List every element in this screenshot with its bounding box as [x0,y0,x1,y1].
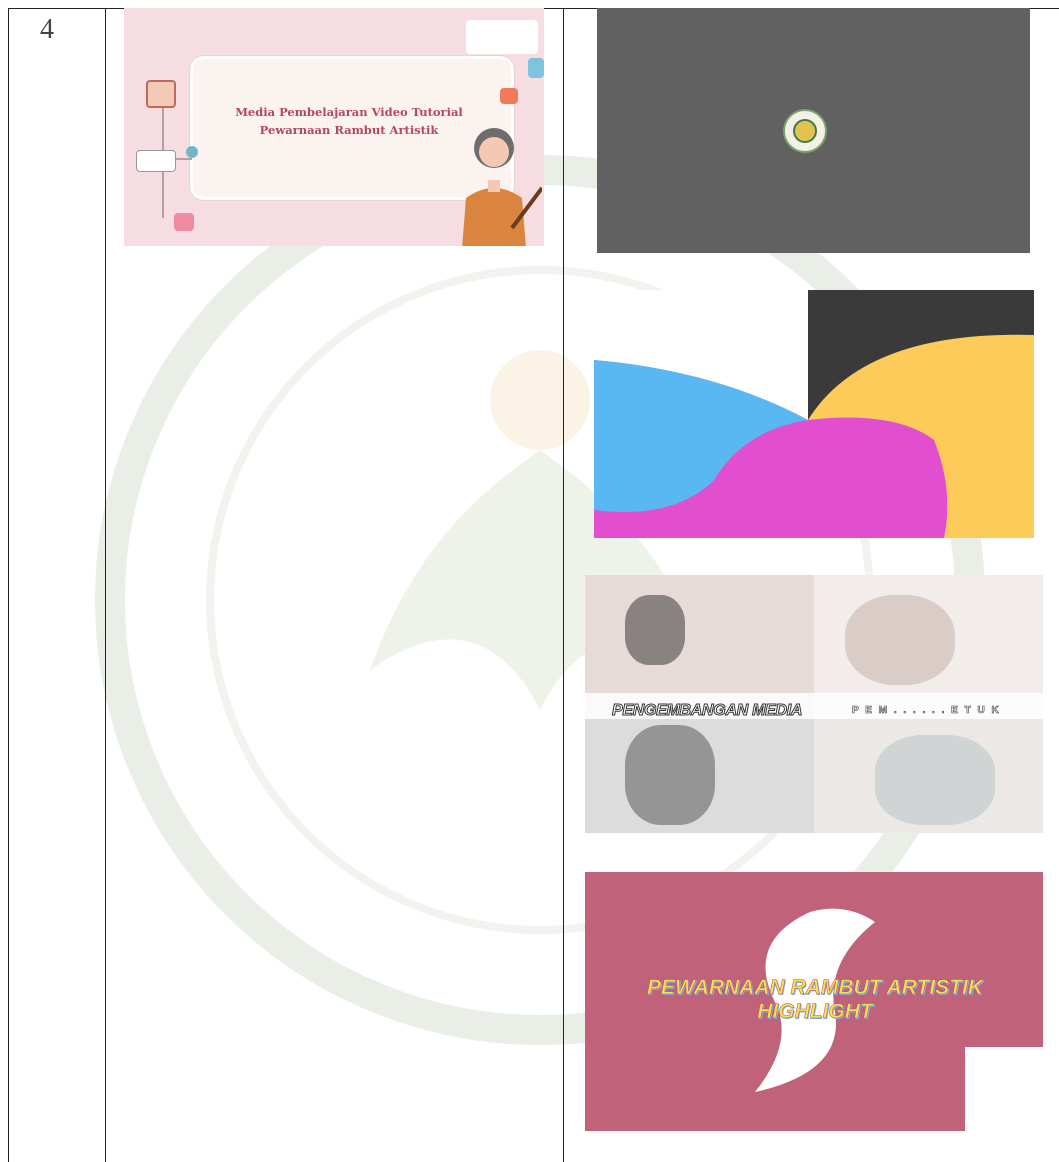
university-logo-emblem [793,119,817,143]
row-number: 4 [40,14,54,45]
table-column-divider-2 [563,8,564,1162]
collage-banner-title: PENGEMBANGAN MEDIA [611,702,803,720]
highlight-title-line1: PEWARNAAN RAMBUT ARTISTIK [647,976,984,1000]
highlight-title: PEWARNAAN RAMBUT ARTISTIK HIGHLIGHT [600,976,1030,1024]
photo-icon [174,213,194,231]
screen-icon [528,58,544,78]
image-icon [146,80,176,108]
chart-icon [136,150,176,172]
slide-title-line1: Media Pembelajaran Video Tutorial [235,105,463,119]
table-column-divider-1 [105,8,106,1162]
image-icon-small [500,88,518,104]
slide-thumbnail-title: Media Pembelajaran Video Tutorial Pewarn… [124,8,544,246]
color-wave-transition-frame [594,290,1034,538]
table-left-border [8,8,9,1162]
slide-title-line2: Pewarnaan Rambut Artistik [259,123,439,137]
gear-icon [186,146,198,158]
collage-banner-subtitle: P E M . . . . . . E T U K [852,705,1001,717]
highlight-title-line2: HIGHLIGHT [757,1000,873,1024]
checklist-icon [466,20,538,54]
